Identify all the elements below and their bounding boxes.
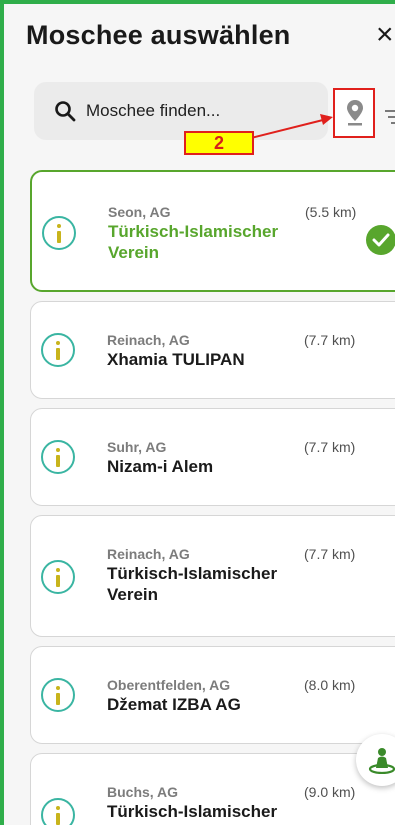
mosque-city: Seon, AG (108, 204, 171, 220)
mosque-city: Reinach, AG (107, 546, 190, 562)
mosque-name: Türkisch-Islamischer (107, 802, 278, 821)
app-frame: Moschee auswählen × Moschee finden... 2 … (0, 0, 395, 825)
mosque-card[interactable]: Seon, AG Türkisch-Islamischer Verein (5.5 k… (30, 170, 395, 292)
mosque-name: Verein (108, 243, 160, 262)
info-icon[interactable] (41, 560, 75, 594)
mosque-distance: (7.7 km) (304, 546, 356, 562)
mosque-card[interactable]: Oberentfelden, AG Džemat IZBA AG (8.0 km) (30, 646, 395, 744)
close-icon[interactable]: × (376, 20, 395, 50)
info-icon[interactable] (41, 798, 75, 825)
header: Moschee auswählen × (26, 12, 395, 60)
info-icon[interactable] (42, 216, 76, 250)
annotation-callout: 2 (184, 131, 254, 155)
person-location-icon (368, 748, 395, 774)
mosque-distance: (8.0 km) (304, 677, 356, 693)
mosque-city: Reinach, AG (107, 332, 190, 348)
mosque-card[interactable]: Reinach, AG Türkisch-Islamischer Verein (7.… (30, 515, 395, 637)
mosque-distance: (7.7 km) (304, 332, 356, 348)
mosque-city: Suhr, AG (107, 439, 167, 455)
location-pin-icon (347, 100, 363, 126)
annotation-arrow (250, 114, 333, 139)
mosque-distance: (5.5 km) (305, 204, 357, 220)
mosque-name: Nizam-i Alem (107, 457, 214, 476)
search-icon (55, 101, 76, 122)
mosque-city: Buchs, AG (107, 784, 179, 800)
mosque-card[interactable]: Buchs, AG Türkisch-Islamischer (9.0 km) (30, 753, 395, 825)
mosque-name: Verein (107, 585, 159, 604)
mosque-city: Oberentfelden, AG (107, 677, 231, 693)
mosque-distance: (7.7 km) (304, 439, 356, 455)
mosque-card[interactable]: Reinach, AG Xhamia TULIPAN (7.7 km) (30, 301, 395, 399)
mosque-name: Džemat IZBA AG (107, 695, 241, 714)
mosque-name: Xhamia TULIPAN (107, 350, 245, 369)
info-icon[interactable] (41, 333, 75, 367)
mosque-name: Türkisch-Islamischer (107, 564, 278, 583)
info-icon[interactable] (41, 440, 75, 474)
mosque-card[interactable]: Suhr, AG Nizam-i Alem (7.7 km) (30, 408, 395, 506)
location-button[interactable] (333, 88, 375, 138)
search-placeholder: Moschee finden... (86, 101, 221, 120)
page-title: Moschee auswählen (26, 20, 291, 50)
mosque-distance: (9.0 km) (304, 784, 356, 800)
info-icon[interactable] (41, 678, 75, 712)
check-circle-icon (366, 225, 395, 255)
mosque-name: Türkisch-Islamischer (108, 222, 279, 241)
filter-icon[interactable] (385, 108, 395, 126)
